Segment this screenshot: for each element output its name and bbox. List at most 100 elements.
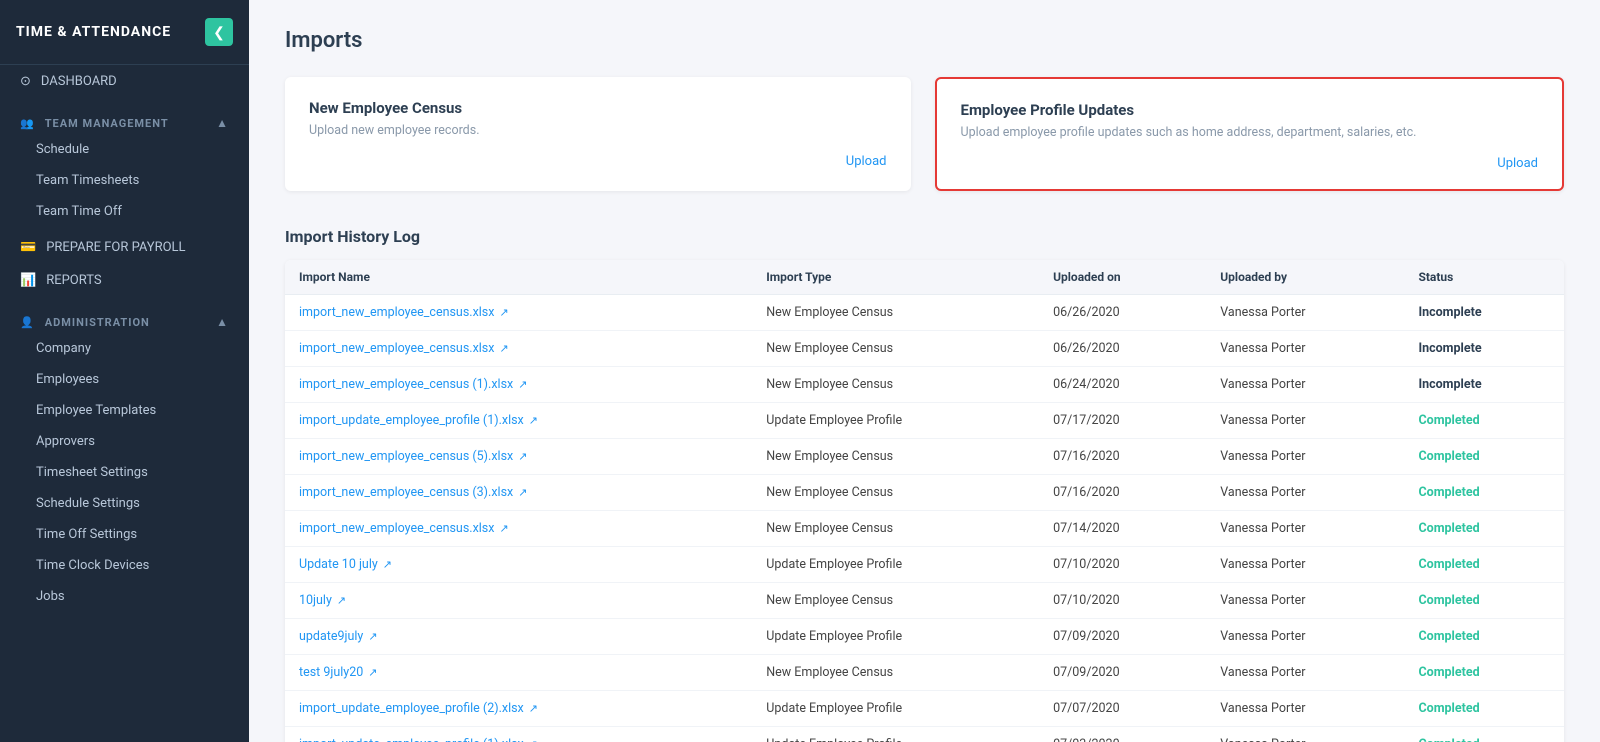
- upload-button-profile[interactable]: Upload: [961, 156, 1539, 171]
- status-badge: Completed: [1418, 557, 1479, 572]
- card-title: Employee Profile Updates: [961, 101, 1539, 119]
- external-link-icon: ↗: [518, 486, 527, 499]
- payroll-icon: 💳: [20, 240, 36, 255]
- external-link-icon: ↗: [368, 630, 377, 643]
- uploaded-by-cell: Vanessa Porter: [1206, 511, 1404, 547]
- import-name-link[interactable]: import_update_employee_profile (2).xlsx↗: [299, 701, 738, 716]
- sidebar-item-time-clock-devices[interactable]: Time Clock Devices: [0, 550, 249, 581]
- import-name-text: 10july: [299, 593, 332, 608]
- import-name-link[interactable]: import_new_employee_census (1).xlsx ↗: [299, 377, 738, 392]
- sidebar-item-prepare-for-payroll[interactable]: 💳 PREPARE FOR PAYROLL: [0, 231, 249, 264]
- new-employee-census-card: New Employee Census Upload new employee …: [285, 77, 911, 191]
- card-description: Upload new employee records.: [309, 123, 887, 138]
- dashboard-icon: ⊙: [20, 74, 31, 89]
- status-badge: Completed: [1418, 665, 1479, 680]
- sidebar-item-company[interactable]: Company: [0, 333, 249, 364]
- table-row: import_update_employee_profile (1).xlsx↗…: [285, 403, 1564, 439]
- uploaded-by-cell: Vanessa Porter: [1206, 691, 1404, 727]
- import-type-cell: New Employee Census: [752, 511, 1039, 547]
- uploaded-on-cell: 06/24/2020: [1039, 367, 1206, 403]
- status-cell: Incomplete: [1404, 367, 1564, 403]
- import-name-link[interactable]: import_new_employee_census (5).xlsx ↗: [299, 449, 738, 464]
- uploaded-on-cell: 07/10/2020: [1039, 547, 1206, 583]
- administration-section-label[interactable]: 👤 ADMINISTRATION ▲: [0, 309, 249, 333]
- team-management-section-label[interactable]: 👥 TEAM MANAGEMENT ▲: [0, 110, 249, 134]
- uploaded-by-cell: Vanessa Porter: [1206, 295, 1404, 331]
- history-section-title: Import History Log: [285, 227, 1564, 246]
- upload-button-census[interactable]: Upload: [309, 154, 887, 169]
- employee-profile-updates-card: Employee Profile Updates Upload employee…: [935, 77, 1565, 191]
- table-row: Update 10 july↗Update Employee Profile07…: [285, 547, 1564, 583]
- table-row: import_update_employee_profile (2).xlsx↗…: [285, 691, 1564, 727]
- import-name-link[interactable]: import_update_employee_profile (1).xlsx↗: [299, 413, 738, 428]
- status-cell: Incomplete: [1404, 331, 1564, 367]
- import-name-link[interactable]: test 9july20↗: [299, 665, 738, 680]
- status-badge: Completed: [1418, 593, 1479, 608]
- status-badge: Completed: [1418, 629, 1479, 644]
- uploaded-on-cell: 07/14/2020: [1039, 511, 1206, 547]
- status-cell: Completed: [1404, 655, 1564, 691]
- table-row: import_new_employee_census.xlsx↗ New Empl…: [285, 331, 1564, 367]
- import-type-cell: New Employee Census: [752, 583, 1039, 619]
- collapse-button[interactable]: ❮: [205, 18, 233, 46]
- sidebar-item-timesheet-settings[interactable]: Timesheet Settings: [0, 457, 249, 488]
- sidebar-item-time-off-settings[interactable]: Time Off Settings: [0, 519, 249, 550]
- uploaded-on-cell: 07/03/2020: [1039, 727, 1206, 742]
- import-name-link[interactable]: import_new_employee_census.xlsx↗: [299, 341, 738, 356]
- status-badge: Incomplete: [1418, 341, 1481, 356]
- sidebar-item-team-timesheets[interactable]: Team Timesheets: [0, 165, 249, 196]
- import-name-link[interactable]: import_new_employee_census (3).xlsx↗: [299, 485, 738, 500]
- status-cell: Completed: [1404, 439, 1564, 475]
- external-link-icon: ↗: [518, 378, 527, 391]
- import-name-link[interactable]: import_update_employee_profile (1).xlsx↗: [299, 737, 738, 742]
- import-type-cell: New Employee Census: [752, 475, 1039, 511]
- sidebar-item-label: DASHBOARD: [41, 74, 117, 89]
- import-name-text: import_new_employee_census (1).xlsx: [299, 377, 513, 392]
- status-cell: Completed: [1404, 475, 1564, 511]
- sidebar-item-label: PREPARE FOR PAYROLL: [46, 240, 185, 255]
- import-name-link[interactable]: 10july ↗: [299, 593, 738, 608]
- administration-icon: 👤: [20, 316, 35, 329]
- import-name-link[interactable]: import_new_employee_census.xlsx↗: [299, 305, 738, 320]
- uploaded-by-cell: Vanessa Porter: [1206, 655, 1404, 691]
- import-name-link[interactable]: Update 10 july↗: [299, 557, 738, 572]
- import-type-cell: Update Employee Profile: [752, 727, 1039, 742]
- sidebar-item-employee-templates[interactable]: Employee Templates: [0, 395, 249, 426]
- import-type-cell: Update Employee Profile: [752, 619, 1039, 655]
- import-type-cell: New Employee Census: [752, 331, 1039, 367]
- sidebar: TIME & ATTENDANCE ❮ ⊙ DASHBOARD 👥 TEAM M…: [0, 0, 249, 742]
- import-name-text: import_new_employee_census (5).xlsx: [299, 449, 513, 464]
- import-type-cell: New Employee Census: [752, 295, 1039, 331]
- page-title: Imports: [285, 28, 1564, 53]
- external-link-icon: ↗: [383, 558, 392, 571]
- sidebar-item-schedule[interactable]: Schedule: [0, 134, 249, 165]
- sidebar-item-team-time-off[interactable]: Team Time Off: [0, 196, 249, 227]
- sidebar-item-employees[interactable]: Employees: [0, 364, 249, 395]
- import-name-link[interactable]: update9july↗: [299, 629, 738, 644]
- status-badge: Incomplete: [1418, 377, 1481, 392]
- sidebar-header: TIME & ATTENDANCE ❮: [0, 0, 249, 65]
- sidebar-item-dashboard[interactable]: ⊙ DASHBOARD: [0, 65, 249, 98]
- sidebar-item-approvers[interactable]: Approvers: [0, 426, 249, 457]
- external-link-icon: ↗: [337, 594, 346, 607]
- sidebar-section-administration: 👤 ADMINISTRATION ▲ Company Employees Emp…: [0, 297, 249, 616]
- uploaded-on-cell: 06/26/2020: [1039, 295, 1206, 331]
- import-name-link[interactable]: import_new_employee_census.xlsx↗: [299, 521, 738, 536]
- status-cell: Completed: [1404, 583, 1564, 619]
- status-badge: Completed: [1418, 521, 1479, 536]
- col-import-name: Import Name: [285, 260, 752, 295]
- import-name-text: test 9july20: [299, 665, 363, 680]
- table-row: import_new_employee_census.xlsx↗ New Empl…: [285, 511, 1564, 547]
- uploaded-on-cell: 07/07/2020: [1039, 691, 1206, 727]
- external-link-icon: ↗: [518, 450, 527, 463]
- import-type-cell: New Employee Census: [752, 367, 1039, 403]
- sidebar-item-reports[interactable]: 📊 REPORTS: [0, 264, 249, 297]
- uploaded-by-cell: Vanessa Porter: [1206, 619, 1404, 655]
- sidebar-item-schedule-settings[interactable]: Schedule Settings: [0, 488, 249, 519]
- status-badge: Completed: [1418, 413, 1479, 428]
- import-name-text: import_update_employee_profile (1).xlsx: [299, 737, 524, 742]
- table-row: import_new_employee_census (5).xlsx↗New …: [285, 439, 1564, 475]
- col-uploaded-by: Uploaded by: [1206, 260, 1404, 295]
- sidebar-item-jobs[interactable]: Jobs: [0, 581, 249, 612]
- table-row: 10july↗New Employee Census07/10/2020Vane…: [285, 583, 1564, 619]
